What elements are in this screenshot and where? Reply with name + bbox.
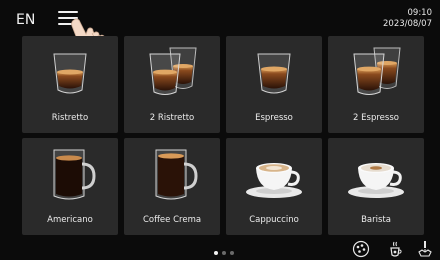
- page-dot-3[interactable]: [230, 251, 234, 255]
- barista-cup-icon: [348, 163, 404, 198]
- espresso-glass-icon: [257, 53, 291, 94]
- drink-tile-ristretto[interactable]: Ristretto: [22, 36, 118, 133]
- clock-time: 09:10: [407, 8, 433, 18]
- rinse-icon[interactable]: [416, 240, 434, 258]
- hot-water-icon[interactable]: [386, 240, 404, 258]
- drink-tile-2-espresso[interactable]: 2 Espresso: [328, 36, 424, 133]
- drink-label: 2 Ristretto: [149, 113, 195, 123]
- page-dot-1[interactable]: [214, 251, 218, 255]
- drink-label: Barista: [361, 215, 391, 225]
- page-dot-2[interactable]: [222, 251, 226, 255]
- top-bar: EN 09:10 2023/08/07: [0, 0, 440, 52]
- drink-label: 2 Espresso: [353, 113, 399, 123]
- drink-tile-espresso[interactable]: Espresso: [226, 36, 322, 133]
- drink-label: Americano: [47, 215, 93, 225]
- drink-tile-americano[interactable]: Americano: [22, 138, 118, 235]
- drink-tile-2-ristretto[interactable]: 2 Ristretto: [124, 36, 220, 133]
- drink-label: Ristretto: [51, 113, 89, 123]
- double-espresso-glass-icon: [149, 47, 197, 95]
- cappuccino-cup-icon: [246, 163, 302, 198]
- tall-glass-mug-icon: [53, 149, 96, 200]
- page-indicator: [214, 240, 238, 255]
- drink-label: Coffee Crema: [142, 215, 202, 225]
- language-selector[interactable]: EN: [16, 12, 35, 28]
- tall-glass-mug-icon: [155, 149, 198, 200]
- drink-label: Espresso: [255, 113, 293, 123]
- clock: 09:10 2023/08/07: [383, 8, 432, 30]
- double-espresso-glass-icon: [353, 47, 401, 95]
- drink-label: Cappuccino: [249, 215, 299, 225]
- clock-date: 2023/08/07: [383, 19, 432, 29]
- espresso-glass-icon: [53, 53, 87, 94]
- drink-tile-barista[interactable]: Barista: [328, 138, 424, 235]
- drink-tile-coffee-crema[interactable]: Coffee Crema: [124, 138, 220, 235]
- drink-tile-cappuccino[interactable]: Cappuccino: [226, 138, 322, 235]
- bean-selection-icon[interactable]: [352, 240, 370, 258]
